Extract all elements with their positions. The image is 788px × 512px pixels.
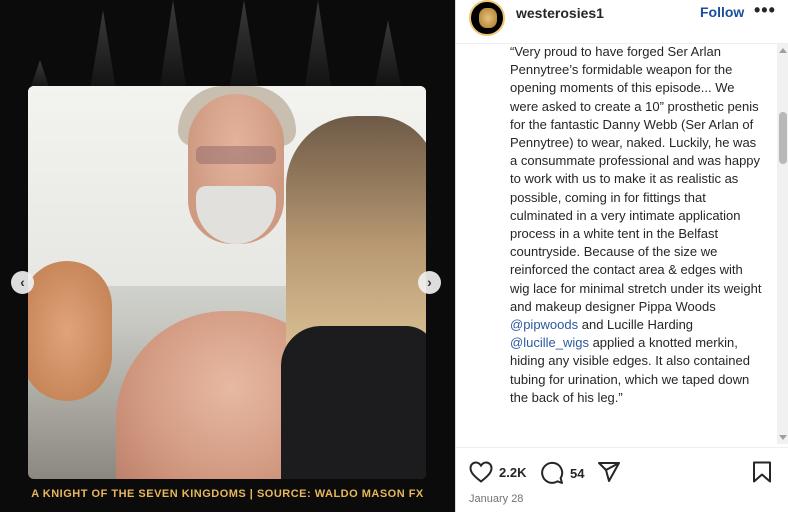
actor-glasses [196, 146, 276, 164]
person-left [28, 261, 112, 401]
like-count: 2.2K [499, 464, 527, 480]
post-date: January 28 [469, 493, 524, 505]
next-arrow-icon[interactable]: › [418, 271, 441, 294]
comment-icon[interactable] [540, 461, 564, 485]
comment-action[interactable]: 54 [540, 461, 584, 485]
post-actions: 2.2K 54 January 28 [456, 447, 788, 507]
mention-link[interactable]: @pipwoods [510, 317, 578, 332]
post-panel: westerosies1 Follow ••• “Very proud to h… [455, 0, 788, 512]
username[interactable]: westerosies1 [516, 5, 604, 21]
like-action[interactable]: 2.2K [469, 461, 526, 483]
post-photo[interactable] [28, 86, 426, 479]
image-credit-caption: A KNIGHT OF THE SEVEN KINGDOMS | SOURCE:… [31, 488, 424, 500]
caption-text-part: and Lucille Harding [578, 317, 694, 333]
comment-count: 54 [570, 465, 585, 481]
person-right-shirt [281, 326, 426, 479]
post-caption: “Very proud to have forged Ser Arlan Pen… [510, 43, 762, 441]
throne-spike [160, 0, 186, 86]
follow-button[interactable]: Follow [700, 4, 744, 20]
throne-spike [230, 0, 258, 86]
bookmark-icon[interactable] [752, 461, 772, 483]
throne-spike [90, 10, 116, 90]
prev-arrow-icon[interactable]: ‹ [11, 271, 34, 294]
save-action[interactable] [752, 461, 772, 483]
caption-scrollbar[interactable] [777, 44, 788, 444]
heart-icon[interactable] [469, 461, 493, 483]
mention-link[interactable]: @lucille_wigs [510, 335, 589, 350]
share-action[interactable] [597, 461, 621, 483]
throne-spike [305, 0, 331, 86]
scroll-down-icon[interactable] [779, 435, 787, 440]
more-options-icon[interactable]: ••• [754, 0, 776, 21]
avatar[interactable] [469, 0, 505, 36]
throne-spike [375, 20, 401, 86]
post-header: westerosies1 Follow ••• [456, 0, 788, 44]
scroll-up-icon[interactable] [779, 48, 787, 53]
share-icon[interactable] [597, 461, 621, 483]
post-media: ‹ › A KNIGHT OF THE SEVEN KINGDOMS | SOU… [0, 0, 455, 512]
caption-text-part: “Very proud to have forged Ser Arlan Pen… [510, 44, 762, 314]
scroll-thumb[interactable] [779, 112, 787, 164]
